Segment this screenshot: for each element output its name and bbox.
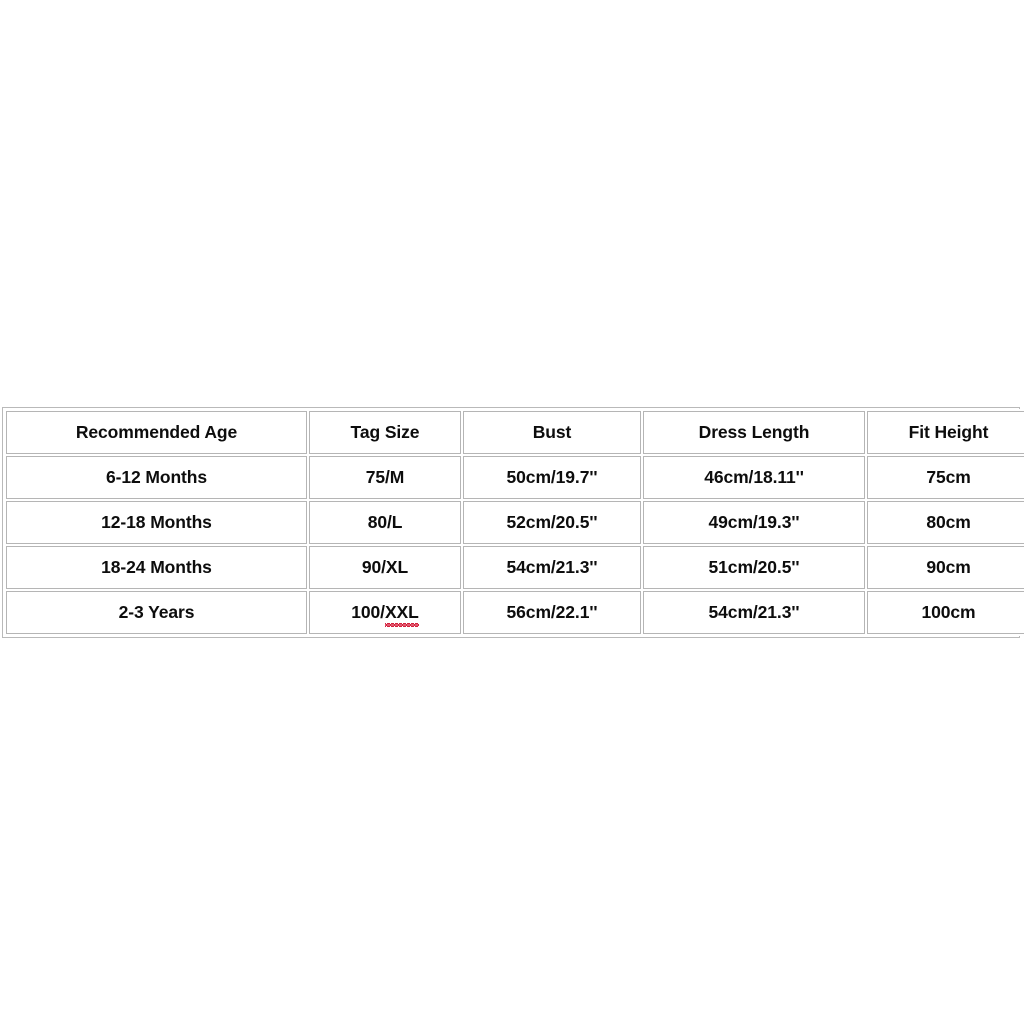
column-header-dress-length: Dress Length <box>643 411 865 454</box>
table-row: 18-24 Months 90/XL 54cm/21.3'' 51cm/20.5… <box>6 546 1024 589</box>
cell-fit-height: 75cm <box>867 456 1024 499</box>
cell-recommended-age: 12-18 Months <box>6 501 307 544</box>
cell-tag-size: 90/XL <box>309 546 461 589</box>
cell-recommended-age: 18-24 Months <box>6 546 307 589</box>
cell-bust: 52cm/20.5'' <box>463 501 641 544</box>
cell-fit-height: 80cm <box>867 501 1024 544</box>
cell-dress-length: 54cm/21.3'' <box>643 591 865 634</box>
cell-tag-size: 100/XXL <box>309 591 461 634</box>
cell-bust: 56cm/22.1'' <box>463 591 641 634</box>
cell-tag-size: 75/M <box>309 456 461 499</box>
cell-tag-size: 80/L <box>309 501 461 544</box>
table-row: 12-18 Months 80/L 52cm/20.5'' 49cm/19.3'… <box>6 501 1024 544</box>
cell-dress-length: 46cm/18.11'' <box>643 456 865 499</box>
size-chart-container: Recommended Age Tag Size Bust Dress Leng… <box>2 407 1024 638</box>
cell-bust: 54cm/21.3'' <box>463 546 641 589</box>
cell-dress-length: 51cm/20.5'' <box>643 546 865 589</box>
table-header-row: Recommended Age Tag Size Bust Dress Leng… <box>6 411 1024 454</box>
cell-bust: 50cm/19.7'' <box>463 456 641 499</box>
cell-recommended-age: 2-3 Years <box>6 591 307 634</box>
table-row: 6-12 Months 75/M 50cm/19.7'' 46cm/18.11'… <box>6 456 1024 499</box>
column-header-fit-height: Fit Height <box>867 411 1024 454</box>
column-header-tag-size: Tag Size <box>309 411 461 454</box>
table-row: 2-3 Years 100/XXL 56cm/22.1'' 54cm/21.3'… <box>6 591 1024 634</box>
tag-size-prefix: 100/ <box>351 602 385 623</box>
column-header-bust: Bust <box>463 411 641 454</box>
size-chart-table: Recommended Age Tag Size Bust Dress Leng… <box>4 409 1024 636</box>
cell-fit-height: 100cm <box>867 591 1024 634</box>
spellcheck-misspelled-word: XXL <box>384 602 419 627</box>
cell-dress-length: 49cm/19.3'' <box>643 501 865 544</box>
cell-fit-height: 90cm <box>867 546 1024 589</box>
cell-recommended-age: 6-12 Months <box>6 456 307 499</box>
column-header-recommended-age: Recommended Age <box>6 411 307 454</box>
